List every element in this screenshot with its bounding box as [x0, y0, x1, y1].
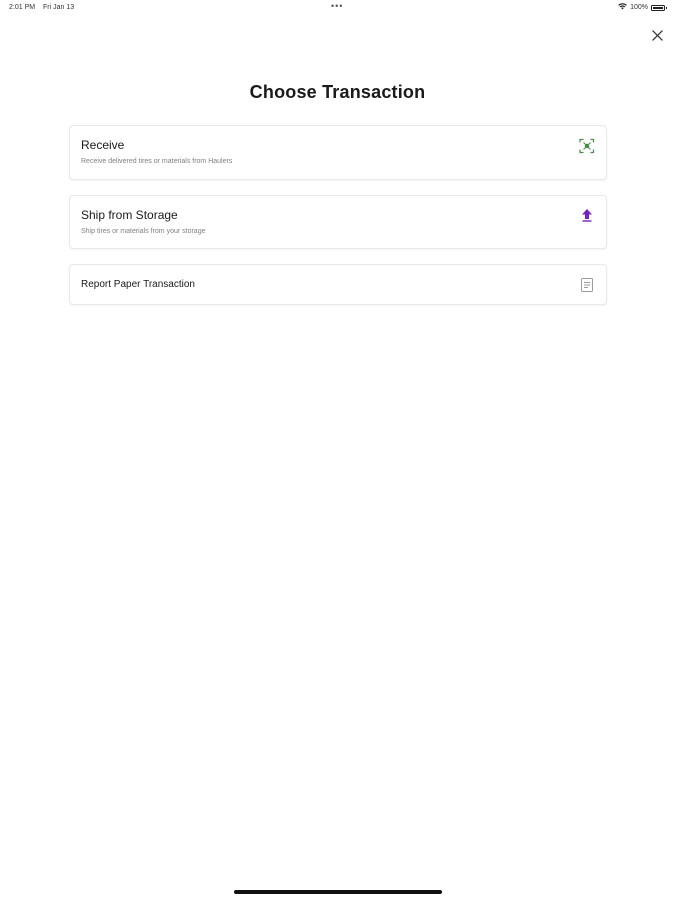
status-date: Fri Jan 13 — [43, 4, 75, 11]
report-title: Report Paper Transaction — [81, 279, 195, 290]
choose-transaction-screen: 2:01 PM Fri Jan 13 ••• 100% Choose Trans… — [0, 0, 675, 900]
page-title: Choose Transaction — [249, 82, 426, 102]
receive-option[interactable]: Receive Receive delivered tires or mater… — [69, 125, 607, 180]
battery-percent: 100% — [630, 4, 648, 11]
upload-icon — [579, 207, 595, 223]
receive-subtitle: Receive delivered tires or materials fro… — [81, 158, 233, 165]
report-paper-transaction-option[interactable]: Report Paper Transaction — [69, 264, 607, 305]
multitasking-dots[interactable]: ••• — [331, 1, 343, 11]
document-icon — [579, 277, 595, 293]
ship-title: Ship from Storage — [81, 208, 178, 222]
scan-icon — [579, 138, 595, 154]
ship-subtitle: Ship tires or materials from your storag… — [81, 228, 206, 235]
close-icon — [651, 29, 663, 41]
battery-icon — [651, 4, 667, 11]
receive-title: Receive — [81, 138, 125, 152]
status-time: 2:01 PM — [9, 4, 36, 11]
status-time-date: 2:01 PM Fri Jan 13 — [9, 4, 80, 11]
home-indicator[interactable] — [234, 890, 442, 894]
battery-level — [653, 6, 663, 9]
wifi-icon — [618, 3, 627, 12]
status-bar: 2:01 PM Fri Jan 13 ••• 100% — [0, 0, 675, 16]
status-indicators: 100% — [618, 3, 667, 12]
close-button[interactable] — [648, 26, 666, 44]
ship-from-storage-option[interactable]: Ship from Storage Ship tires or material… — [69, 195, 607, 249]
